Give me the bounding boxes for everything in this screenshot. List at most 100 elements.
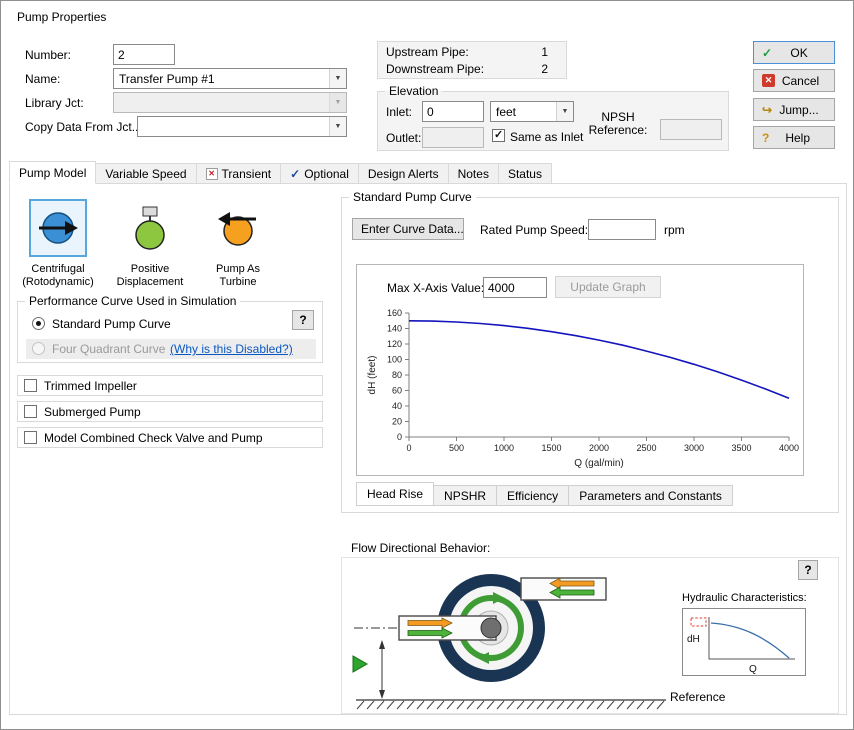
transient-status-icon: ✕ xyxy=(206,168,218,180)
subtab-npshr[interactable]: NPSHR xyxy=(434,485,497,506)
tab-notes[interactable]: Notes xyxy=(449,163,499,184)
svg-text:80: 80 xyxy=(392,370,402,380)
cancel-button-label: Cancel xyxy=(775,74,826,88)
submerged-pump-label: Submerged Pump xyxy=(44,405,141,419)
shutoff-marker xyxy=(691,618,706,626)
four-quadrant-radio xyxy=(32,342,45,355)
chevron-down-icon[interactable]: ▼ xyxy=(556,102,573,121)
subtab-head-rise[interactable]: Head Rise xyxy=(356,482,434,506)
positive-displacement-label: Positive Displacement xyxy=(105,263,195,289)
subtab-label: Parameters and Constants xyxy=(579,489,722,503)
subtab-parameters-constants[interactable]: Parameters and Constants xyxy=(569,485,733,506)
svg-text:60: 60 xyxy=(392,386,402,396)
help-button-label: Help xyxy=(769,131,826,145)
tab-label: Transient xyxy=(222,167,272,181)
help-button[interactable]: ? Help xyxy=(753,126,835,149)
svg-text:160: 160 xyxy=(387,308,402,318)
check-valve-checkbox[interactable] xyxy=(24,431,37,444)
pump-illustration xyxy=(346,560,676,712)
tab-optional[interactable]: ✓Optional xyxy=(281,163,359,184)
ok-button[interactable]: ✓ OK xyxy=(753,41,835,64)
centrifugal-pump-icon xyxy=(36,206,80,250)
number-label: Number: xyxy=(25,48,71,62)
svg-text:0: 0 xyxy=(406,443,411,453)
outlet-elevation-input xyxy=(422,127,484,148)
downstream-pipe-value: 2 xyxy=(528,62,548,76)
flow-help-button[interactable]: ? xyxy=(798,560,818,580)
rated-pump-speed-input[interactable] xyxy=(588,219,656,240)
upstream-pipe-value: 1 xyxy=(528,45,548,59)
enter-curve-data-label: Enter Curve Data... xyxy=(361,222,464,236)
mini-pump-curve xyxy=(711,623,789,658)
library-jct-label: Library Jct: xyxy=(25,96,84,110)
cancel-button[interactable]: ✕ Cancel xyxy=(753,69,835,92)
pump-type-pump-as-turbine-button[interactable] xyxy=(209,199,267,257)
name-combobox[interactable]: Transfer Pump #1 ▼ xyxy=(113,68,347,89)
jump-arrow-icon: ↪ xyxy=(762,103,772,117)
standard-pump-curve-radio[interactable] xyxy=(32,317,45,330)
copy-data-label: Copy Data From Jct... xyxy=(25,120,142,134)
svg-text:0: 0 xyxy=(397,432,402,442)
check-valve-row: Model Combined Check Valve and Pump xyxy=(17,427,323,448)
check-icon: ✓ xyxy=(762,46,772,60)
enter-curve-data-button[interactable]: Enter Curve Data... xyxy=(352,218,464,240)
npsh-label-line2: Reference: xyxy=(583,124,653,137)
trimmed-impeller-checkbox[interactable] xyxy=(24,379,37,392)
pump-properties-dialog: Pump Properties Number: Name: Transfer P… xyxy=(0,0,854,730)
submerged-pump-checkbox[interactable] xyxy=(24,405,37,418)
rated-pump-speed-label: Rated Pump Speed: xyxy=(480,223,588,237)
tab-pump-model[interactable]: Pump Model xyxy=(9,161,96,184)
tab-variable-speed[interactable]: Variable Speed xyxy=(96,163,196,184)
type-label-line1: Pump As xyxy=(193,263,283,276)
pump-type-positive-displacement-button[interactable] xyxy=(121,199,179,257)
same-as-inlet-checkbox[interactable] xyxy=(492,129,505,142)
svg-text:40: 40 xyxy=(392,401,402,411)
ok-button-label: OK xyxy=(772,46,826,60)
svg-text:4000: 4000 xyxy=(779,443,799,453)
pump-as-turbine-icon xyxy=(216,206,260,250)
svg-text:20: 20 xyxy=(392,417,402,427)
why-disabled-link[interactable]: (Why is this Disabled?) xyxy=(170,342,293,356)
number-input[interactable] xyxy=(113,44,175,65)
jump-button-label: Jump... xyxy=(772,103,826,117)
same-as-inlet-label: Same as Inlet xyxy=(510,130,583,144)
pump-curve-chart: 0204060801001201401600500100015002000250… xyxy=(361,303,801,475)
max-x-axis-label: Max X-Axis Value: xyxy=(387,281,484,295)
chevron-down-icon[interactable]: ▼ xyxy=(329,69,346,88)
type-label-line2: (Rotodynamic) xyxy=(13,276,103,289)
question-mark-icon: ? xyxy=(293,313,313,327)
ground-hatching xyxy=(357,701,664,709)
hydraulic-characteristics-label: Hydraulic Characteristics: xyxy=(682,592,807,604)
hydraulic-mini-chart: dH Q xyxy=(683,609,805,675)
tab-transient[interactable]: ✕ Transient xyxy=(197,163,282,184)
max-x-axis-input[interactable] xyxy=(483,277,547,298)
tab-label: Variable Speed xyxy=(105,167,186,181)
svg-text:100: 100 xyxy=(387,355,402,365)
tab-label: Optional xyxy=(304,167,349,181)
svg-text:1000: 1000 xyxy=(494,443,514,453)
tab-label: Notes xyxy=(458,167,489,181)
chevron-down-icon[interactable]: ▼ xyxy=(329,117,346,136)
svg-text:Q (gal/min): Q (gal/min) xyxy=(574,458,623,469)
svg-text:140: 140 xyxy=(387,324,402,334)
tab-label: Status xyxy=(508,167,542,181)
name-combobox-value: Transfer Pump #1 xyxy=(119,72,327,86)
tab-design-alerts[interactable]: Design Alerts xyxy=(359,163,449,184)
elevation-units-combobox[interactable]: feet ▼ xyxy=(490,101,574,122)
subtab-efficiency[interactable]: Efficiency xyxy=(497,485,569,506)
tab-label: Pump Model xyxy=(19,166,86,180)
inlet-elevation-input[interactable] xyxy=(422,101,484,122)
pump-type-centrifugal-button[interactable] xyxy=(29,199,87,257)
standard-pump-curve-group-title: Standard Pump Curve xyxy=(349,190,476,204)
question-mark-icon: ? xyxy=(799,563,817,577)
flow-direction-marker xyxy=(353,656,367,672)
tab-status[interactable]: Status xyxy=(499,163,552,184)
elevation-group-title: Elevation xyxy=(385,84,442,98)
performance-help-button[interactable]: ? xyxy=(292,310,314,330)
chevron-down-icon: ▼ xyxy=(329,93,346,112)
reference-label: Reference xyxy=(670,690,725,704)
copy-data-combobox[interactable]: ▼ xyxy=(137,116,347,137)
svg-text:1500: 1500 xyxy=(541,443,561,453)
jump-button[interactable]: ↪ Jump... xyxy=(753,98,835,121)
type-label-line2: Turbine xyxy=(193,276,283,289)
